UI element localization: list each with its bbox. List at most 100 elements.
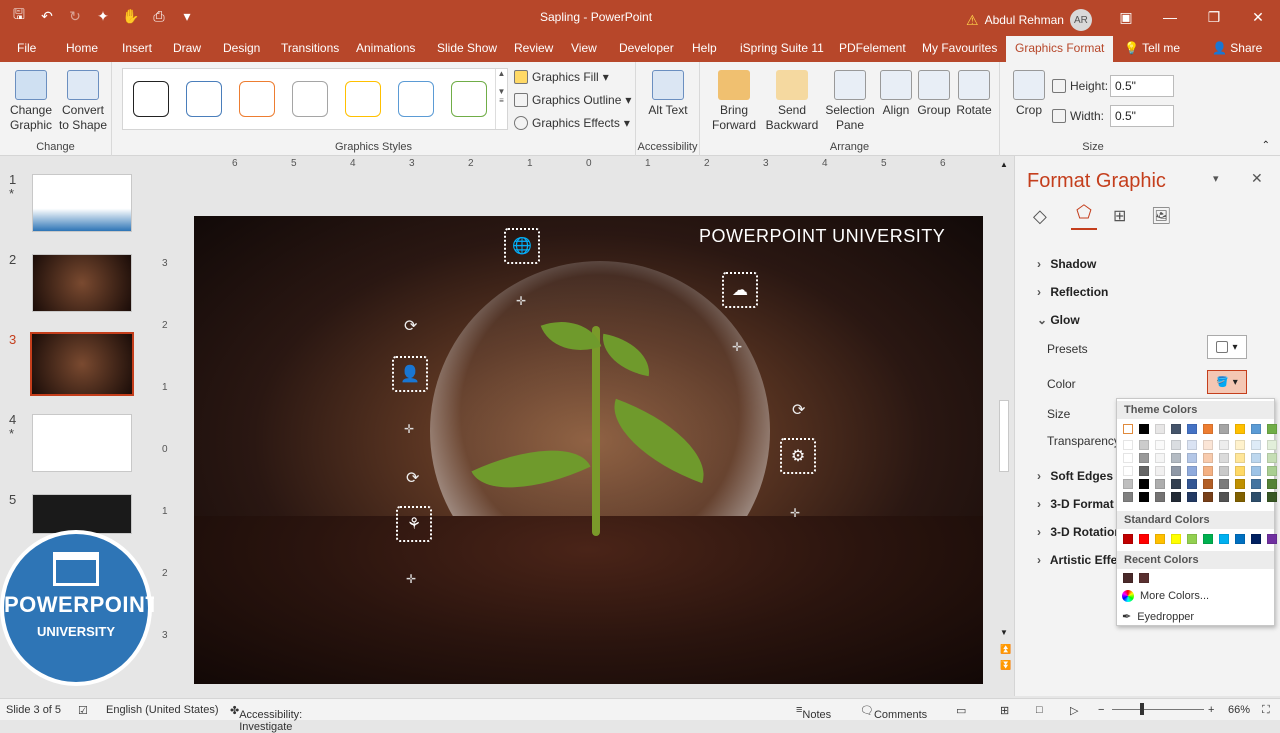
theme-color-swatch[interactable] [1139,492,1149,502]
theme-color-swatch[interactable] [1139,440,1149,450]
touch-mode-icon[interactable]: ✋ [122,7,140,25]
theme-color-swatch[interactable] [1187,466,1197,476]
zoom-level[interactable]: 66% [1228,704,1250,716]
globe-icon[interactable]: 🌐 [504,228,540,264]
standard-color-swatch[interactable] [1171,534,1181,544]
theme-color-swatch[interactable] [1251,466,1261,476]
brain-cloud-icon[interactable]: ☁ [722,272,758,308]
move-handle-icon[interactable]: ✛ [516,294,526,308]
fill-line-icon[interactable]: ◇ [1033,206,1047,227]
theme-color-swatch[interactable] [1187,479,1197,489]
slide-thumb-1[interactable] [32,174,132,232]
language-indicator[interactable]: English (United States) [106,704,219,716]
selection-pane-button[interactable]: Selection Pane [824,70,876,133]
redo-icon[interactable]: ↻ [66,7,84,25]
tab-home[interactable]: Home [66,41,98,55]
reading-view-icon[interactable]: □ [1036,704,1043,716]
theme-color-swatch[interactable] [1203,424,1213,434]
theme-color-swatch[interactable] [1155,479,1165,489]
theme-color-swatch[interactable] [1267,424,1277,434]
theme-color-swatch[interactable] [1251,453,1261,463]
scroll-down-icon[interactable]: ▼ [1000,628,1008,637]
theme-color-swatch[interactable] [1219,466,1229,476]
ribbon-display-icon[interactable]: ▣ [1104,0,1148,34]
presets-dropdown[interactable]: ▾ [1207,335,1247,359]
graphics-outline-button[interactable]: Graphics Outline ▾ [514,93,631,107]
tab-file[interactable]: File [17,41,36,55]
align-button[interactable]: Align [878,70,914,118]
theme-color-swatch[interactable] [1123,479,1133,489]
theme-color-swatch[interactable] [1187,453,1197,463]
alt-text-button[interactable]: Alt Text [644,70,692,118]
tab-transitions[interactable]: Transitions [281,41,339,55]
theme-color-swatch[interactable] [1123,424,1133,434]
theme-color-swatch[interactable] [1155,424,1165,434]
theme-color-swatch[interactable] [1139,424,1149,434]
theme-color-swatch[interactable] [1251,492,1261,502]
comments-button[interactable]: 🗨 Comments [860,704,927,721]
zoom-slider-thumb[interactable] [1140,703,1144,715]
section-shadow[interactable]: › Shadow [1037,257,1096,271]
graphic-style-swatch[interactable] [451,81,487,117]
theme-color-swatch[interactable] [1219,479,1229,489]
tab-slide-show[interactable]: Slide Show [437,41,497,55]
color-dropdown[interactable]: 🪣 ▾ [1207,370,1247,394]
slide-sorter-icon[interactable]: ⊞ [1000,704,1009,717]
theme-color-swatch[interactable] [1267,479,1277,489]
theme-color-swatch[interactable] [1155,492,1165,502]
tab-pdfelement[interactable]: PDFelement [839,41,906,55]
graphic-style-swatch[interactable] [345,81,381,117]
close-icon[interactable]: ✕ [1236,0,1280,34]
theme-color-swatch[interactable] [1219,424,1229,434]
graphic-style-swatch[interactable] [186,81,222,117]
theme-color-swatch[interactable] [1187,424,1197,434]
theme-color-swatch[interactable] [1203,440,1213,450]
theme-color-swatch[interactable] [1171,466,1181,476]
section-3d-format[interactable]: › 3-D Format [1037,497,1114,511]
share-button[interactable]: 👤 Share [1212,41,1262,55]
rotate-handle-icon[interactable]: ⟳ [792,400,805,420]
tab-review[interactable]: Review [514,41,553,55]
user-account[interactable]: ⚠ Abdul Rehman AR [966,9,1092,31]
theme-color-swatch[interactable] [1203,479,1213,489]
pane-close-icon[interactable]: ✕ [1251,170,1263,187]
more-colors-item[interactable]: More Colors... [1122,590,1209,602]
graphics-effects-button[interactable]: Graphics Effects ▾ [514,116,630,130]
tab-draw[interactable]: Draw [173,41,201,55]
width-input[interactable]: 0.5" [1110,105,1174,127]
move-handle-icon[interactable]: ✛ [404,422,414,436]
standard-color-swatch[interactable] [1155,534,1165,544]
rotate-button[interactable]: Rotate [954,70,994,118]
picture-icon[interactable]: 🖼 [1151,206,1171,226]
tab-graphics-format[interactable]: Graphics Format [1006,36,1114,62]
spellcheck-icon[interactable]: ☑ [78,704,88,717]
effects-tab-icon[interactable]: ⬠ [1071,202,1097,230]
graphic-style-swatch[interactable] [133,81,169,117]
tab-design[interactable]: Design [223,41,260,55]
theme-color-swatch[interactable] [1123,453,1133,463]
theme-color-swatch[interactable] [1203,453,1213,463]
standard-color-swatch[interactable] [1235,534,1245,544]
slideshow-icon[interactable]: ▷ [1070,704,1078,717]
tab-ispring[interactable]: iSpring Suite 11 [740,41,824,55]
theme-color-swatch[interactable] [1267,453,1277,463]
group-button[interactable]: Group [916,70,952,118]
minimize-icon[interactable]: — [1148,0,1192,34]
format-painter-icon[interactable]: ✦ [94,7,112,25]
theme-color-swatch[interactable] [1219,453,1229,463]
theme-color-swatch[interactable] [1235,492,1245,502]
theme-color-swatch[interactable] [1235,479,1245,489]
bring-forward-button[interactable]: Bring Forward [706,70,762,133]
recent-color-swatch[interactable] [1139,573,1149,583]
zoom-slider[interactable] [1112,709,1204,710]
tab-help[interactable]: Help [692,41,717,55]
theme-color-swatch[interactable] [1155,453,1165,463]
theme-color-swatch[interactable] [1139,479,1149,489]
rotate-handle-icon[interactable]: ⟳ [404,316,417,336]
standard-color-swatch[interactable] [1203,534,1213,544]
standard-color-swatch[interactable] [1251,534,1261,544]
restore-icon[interactable]: ❐ [1192,0,1236,34]
theme-color-swatch[interactable] [1267,492,1277,502]
theme-color-swatch[interactable] [1219,440,1229,450]
eyedropper-item[interactable]: ✒ Eyedropper [1122,610,1194,624]
